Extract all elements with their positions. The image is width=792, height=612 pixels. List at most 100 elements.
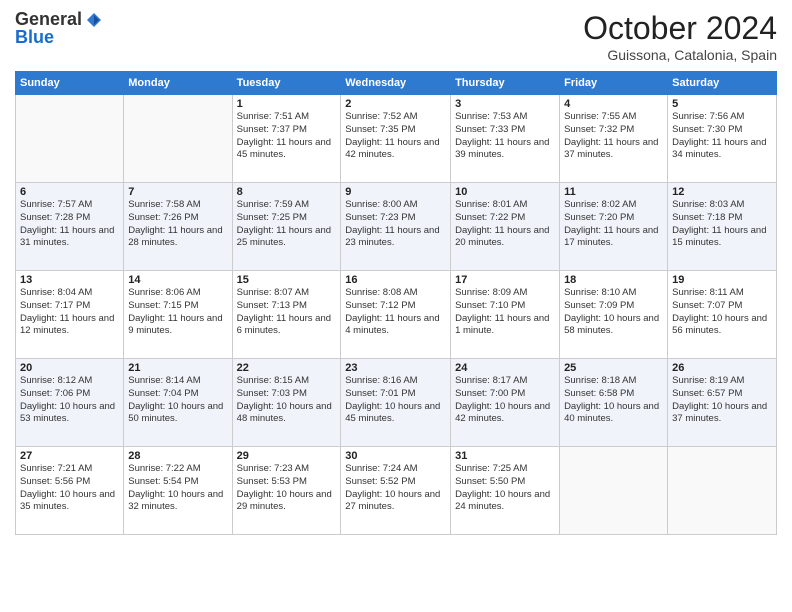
day-number: 5 [672,98,772,110]
day-number: 9 [345,186,446,198]
day-info: Sunrise: 8:04 AMSunset: 7:17 PMDaylight:… [20,287,119,338]
calendar-table: Sunday Monday Tuesday Wednesday Thursday… [15,71,777,535]
day-number: 20 [20,362,119,374]
calendar-cell: 14Sunrise: 8:06 AMSunset: 7:15 PMDayligh… [124,271,232,359]
col-saturday: Saturday [668,72,777,95]
day-info: Sunrise: 7:55 AMSunset: 7:32 PMDaylight:… [564,111,663,162]
calendar-cell: 22Sunrise: 8:15 AMSunset: 7:03 PMDayligh… [232,359,341,447]
calendar-cell: 27Sunrise: 7:21 AMSunset: 5:56 PMDayligh… [16,447,124,535]
calendar-cell: 5Sunrise: 7:56 AMSunset: 7:30 PMDaylight… [668,95,777,183]
day-number: 4 [564,98,663,110]
day-info: Sunrise: 8:12 AMSunset: 7:06 PMDaylight:… [20,375,119,426]
calendar-week-row: 27Sunrise: 7:21 AMSunset: 5:56 PMDayligh… [16,447,777,535]
day-number: 7 [128,186,227,198]
day-info: Sunrise: 8:09 AMSunset: 7:10 PMDaylight:… [455,287,555,338]
day-number: 31 [455,450,555,462]
calendar-cell: 24Sunrise: 8:17 AMSunset: 7:00 PMDayligh… [451,359,560,447]
day-info: Sunrise: 7:53 AMSunset: 7:33 PMDaylight:… [455,111,555,162]
calendar-cell: 13Sunrise: 8:04 AMSunset: 7:17 PMDayligh… [16,271,124,359]
calendar-cell: 21Sunrise: 8:14 AMSunset: 7:04 PMDayligh… [124,359,232,447]
day-number: 25 [564,362,663,374]
calendar-cell: 1Sunrise: 7:51 AMSunset: 7:37 PMDaylight… [232,95,341,183]
day-info: Sunrise: 7:21 AMSunset: 5:56 PMDaylight:… [20,463,119,514]
day-info: Sunrise: 8:03 AMSunset: 7:18 PMDaylight:… [672,199,772,250]
day-info: Sunrise: 7:22 AMSunset: 5:54 PMDaylight:… [128,463,227,514]
day-number: 29 [237,450,337,462]
day-number: 12 [672,186,772,198]
title-block: October 2024 Guissona, Catalonia, Spain [583,10,777,63]
col-wednesday: Wednesday [341,72,451,95]
day-info: Sunrise: 7:24 AMSunset: 5:52 PMDaylight:… [345,463,446,514]
calendar-cell: 3Sunrise: 7:53 AMSunset: 7:33 PMDaylight… [451,95,560,183]
calendar-cell: 10Sunrise: 8:01 AMSunset: 7:22 PMDayligh… [451,183,560,271]
day-number: 22 [237,362,337,374]
day-info: Sunrise: 7:56 AMSunset: 7:30 PMDaylight:… [672,111,772,162]
calendar-cell: 12Sunrise: 8:03 AMSunset: 7:18 PMDayligh… [668,183,777,271]
logo-blue-text: Blue [15,28,54,48]
day-number: 18 [564,274,663,286]
day-info: Sunrise: 7:52 AMSunset: 7:35 PMDaylight:… [345,111,446,162]
day-number: 23 [345,362,446,374]
logo: General Blue [15,10,103,48]
day-number: 3 [455,98,555,110]
day-info: Sunrise: 7:51 AMSunset: 7:37 PMDaylight:… [237,111,337,162]
calendar-cell [16,95,124,183]
calendar-cell [124,95,232,183]
day-number: 10 [455,186,555,198]
calendar-cell: 9Sunrise: 8:00 AMSunset: 7:23 PMDaylight… [341,183,451,271]
day-number: 1 [237,98,337,110]
day-info: Sunrise: 8:00 AMSunset: 7:23 PMDaylight:… [345,199,446,250]
calendar-cell: 19Sunrise: 8:11 AMSunset: 7:07 PMDayligh… [668,271,777,359]
calendar-header-row: Sunday Monday Tuesday Wednesday Thursday… [16,72,777,95]
day-info: Sunrise: 8:14 AMSunset: 7:04 PMDaylight:… [128,375,227,426]
day-info: Sunrise: 8:17 AMSunset: 7:00 PMDaylight:… [455,375,555,426]
day-number: 13 [20,274,119,286]
day-number: 16 [345,274,446,286]
day-number: 24 [455,362,555,374]
location-subtitle: Guissona, Catalonia, Spain [583,47,777,63]
day-info: Sunrise: 8:02 AMSunset: 7:20 PMDaylight:… [564,199,663,250]
calendar-cell: 11Sunrise: 8:02 AMSunset: 7:20 PMDayligh… [560,183,668,271]
col-tuesday: Tuesday [232,72,341,95]
calendar-week-row: 1Sunrise: 7:51 AMSunset: 7:37 PMDaylight… [16,95,777,183]
day-info: Sunrise: 7:57 AMSunset: 7:28 PMDaylight:… [20,199,119,250]
calendar-cell: 25Sunrise: 8:18 AMSunset: 6:58 PMDayligh… [560,359,668,447]
day-number: 27 [20,450,119,462]
day-number: 21 [128,362,227,374]
calendar-week-row: 13Sunrise: 8:04 AMSunset: 7:17 PMDayligh… [16,271,777,359]
calendar-cell: 18Sunrise: 8:10 AMSunset: 7:09 PMDayligh… [560,271,668,359]
day-info: Sunrise: 7:59 AMSunset: 7:25 PMDaylight:… [237,199,337,250]
day-info: Sunrise: 8:07 AMSunset: 7:13 PMDaylight:… [237,287,337,338]
day-info: Sunrise: 8:11 AMSunset: 7:07 PMDaylight:… [672,287,772,338]
calendar-cell: 7Sunrise: 7:58 AMSunset: 7:26 PMDaylight… [124,183,232,271]
day-info: Sunrise: 7:23 AMSunset: 5:53 PMDaylight:… [237,463,337,514]
calendar-week-row: 6Sunrise: 7:57 AMSunset: 7:28 PMDaylight… [16,183,777,271]
day-number: 14 [128,274,227,286]
calendar-cell: 23Sunrise: 8:16 AMSunset: 7:01 PMDayligh… [341,359,451,447]
day-number: 15 [237,274,337,286]
header: General Blue October 2024 Guissona, Cata… [15,10,777,63]
day-info: Sunrise: 8:06 AMSunset: 7:15 PMDaylight:… [128,287,227,338]
calendar-cell: 17Sunrise: 8:09 AMSunset: 7:10 PMDayligh… [451,271,560,359]
day-number: 28 [128,450,227,462]
month-title: October 2024 [583,10,777,47]
calendar-cell: 29Sunrise: 7:23 AMSunset: 5:53 PMDayligh… [232,447,341,535]
col-thursday: Thursday [451,72,560,95]
calendar-cell [668,447,777,535]
day-number: 8 [237,186,337,198]
col-sunday: Sunday [16,72,124,95]
day-info: Sunrise: 8:18 AMSunset: 6:58 PMDaylight:… [564,375,663,426]
calendar-cell: 2Sunrise: 7:52 AMSunset: 7:35 PMDaylight… [341,95,451,183]
col-friday: Friday [560,72,668,95]
day-number: 2 [345,98,446,110]
calendar-cell: 6Sunrise: 7:57 AMSunset: 7:28 PMDaylight… [16,183,124,271]
calendar-cell: 8Sunrise: 7:59 AMSunset: 7:25 PMDaylight… [232,183,341,271]
calendar-cell: 15Sunrise: 8:07 AMSunset: 7:13 PMDayligh… [232,271,341,359]
day-info: Sunrise: 8:08 AMSunset: 7:12 PMDaylight:… [345,287,446,338]
day-number: 11 [564,186,663,198]
calendar-week-row: 20Sunrise: 8:12 AMSunset: 7:06 PMDayligh… [16,359,777,447]
day-number: 17 [455,274,555,286]
calendar-cell: 31Sunrise: 7:25 AMSunset: 5:50 PMDayligh… [451,447,560,535]
logo-flag-icon [85,11,103,29]
col-monday: Monday [124,72,232,95]
